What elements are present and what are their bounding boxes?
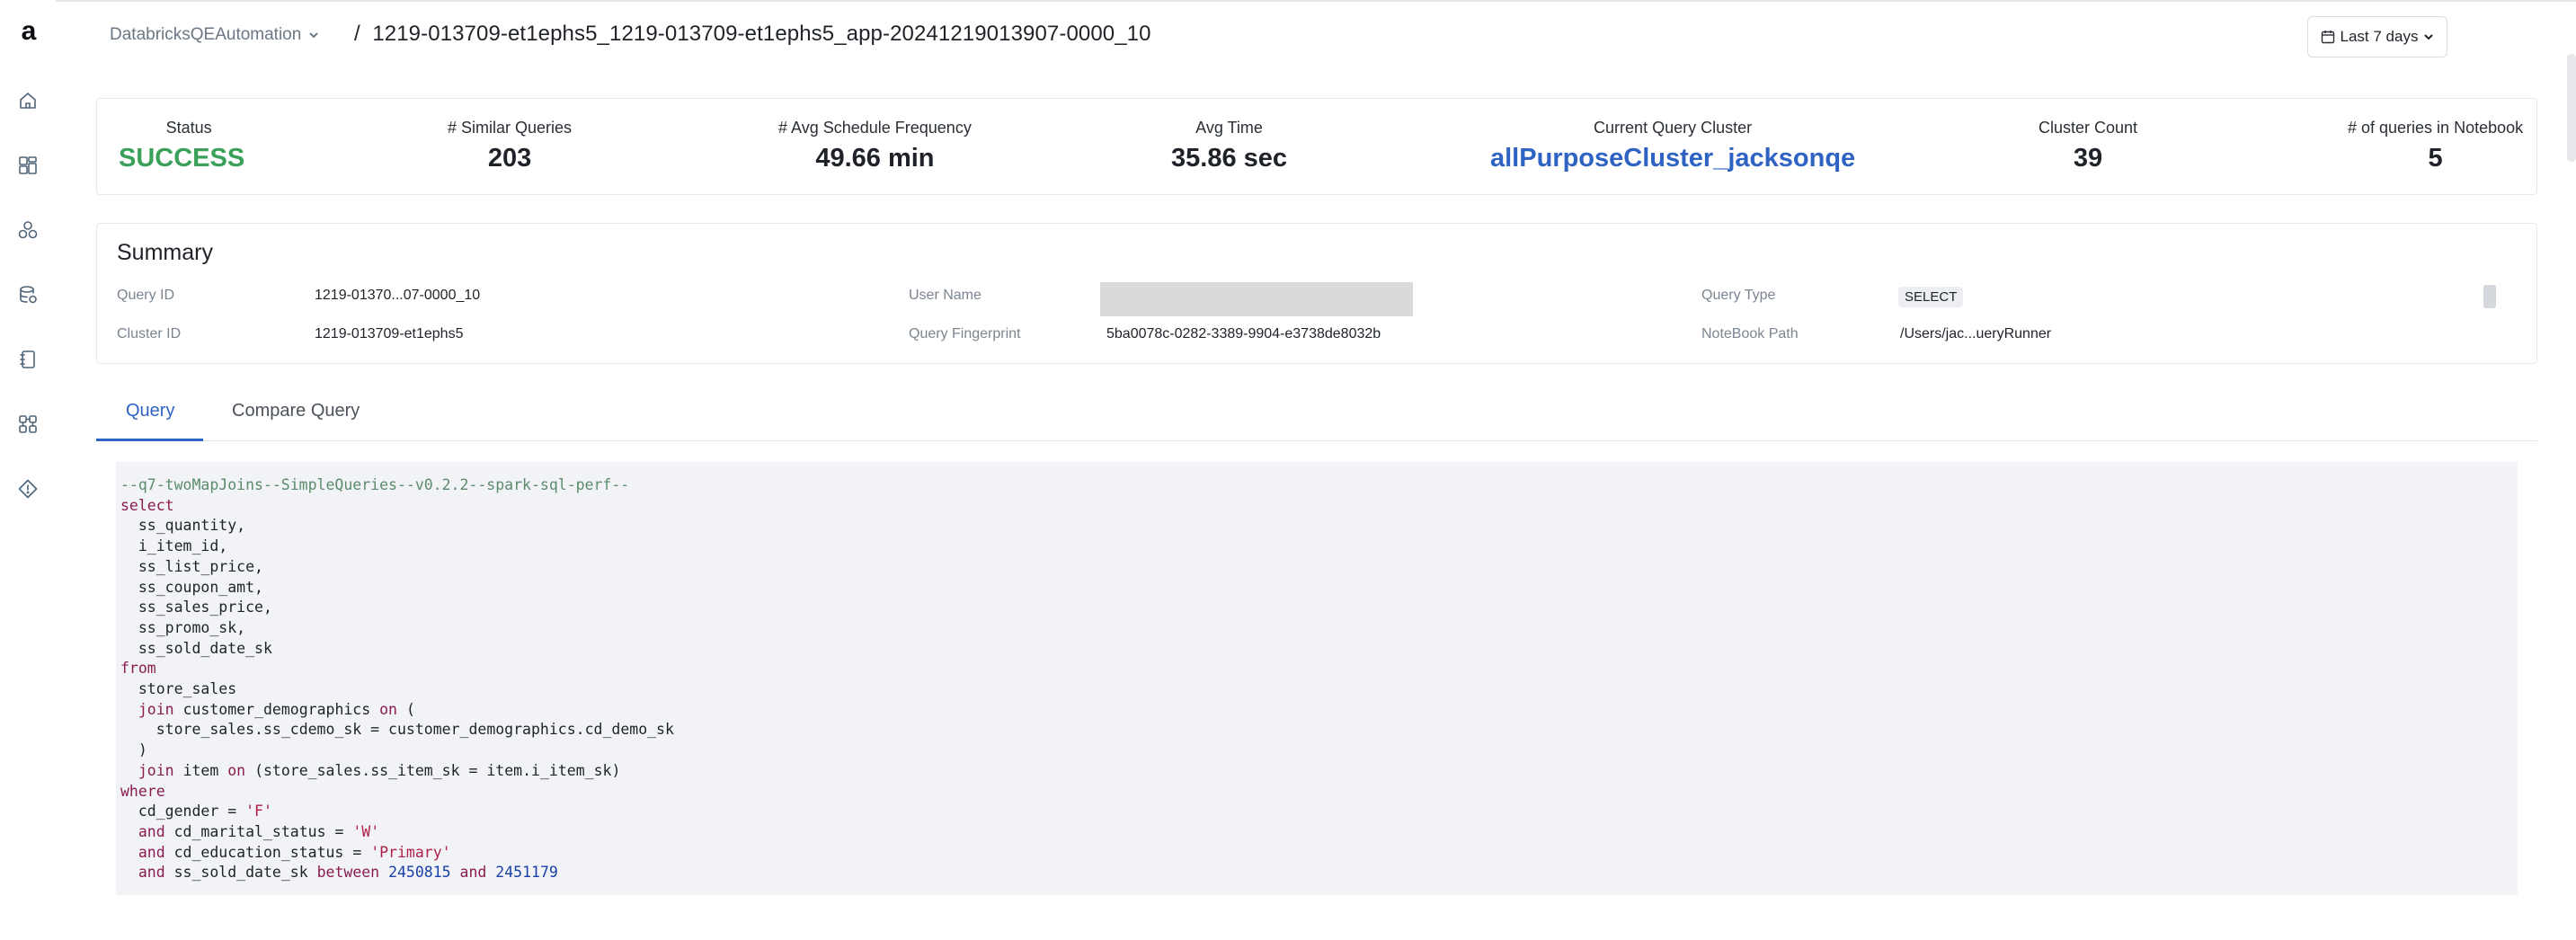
stat-label: # Similar Queries [448,119,573,137]
similar-queries-value: 203 [487,144,532,173]
current-query-cluster-link[interactable]: allPurposeCluster_jacksonqe [1490,144,1855,173]
chevron-down-icon [309,32,319,39]
database-icon [20,286,37,304]
query-id-value: 1219-01370...07-0000_10 [315,288,481,303]
cluster-id-value: 1219-013709-et1ephs5 [315,326,464,341]
cluster-id-label: Cluster ID [117,326,182,341]
stat-label: # of queries in Notebook [2348,119,2524,137]
status-value: SUCCESS [119,144,245,173]
code-line: and cd_education_status = 'Primary' [138,843,451,861]
sidebar-item-clusters[interactable] [17,219,39,241]
code-line: store_sales.ss_cdemo_sk = customer_demog… [155,721,674,739]
code-line: i_item_id, [138,537,228,555]
tab-compare-query[interactable]: Compare Query [232,401,360,421]
workspace-name: DatabricksQEAutomation [110,25,302,44]
stat-avg-time: Avg Time 35.86 sec [1171,119,1287,173]
sidebar-item-notebooks[interactable] [17,349,39,370]
code-line: and ss_sold_date_sk between 2450815 and … [138,864,558,882]
summary-title: Summary [117,240,213,265]
page-title: / 1219-013709-et1ephs5_1219-013709-et1ep… [354,22,1151,47]
user-name-redacted [1100,282,1413,316]
code-line: ss_coupon_amt, [138,578,263,596]
dashboard-icon [19,156,37,174]
diamond-icon [18,479,38,499]
query-fingerprint-value: 5ba0078c-0282-3389-9904-e3738de8032b [1106,326,1381,341]
cluster-count-value: 39 [2073,144,2103,173]
active-tab-indicator [96,439,203,441]
chevron-down-icon [2424,34,2434,40]
code-line: select [120,496,174,514]
code-line: where [120,782,165,800]
calendar-icon [2321,31,2334,44]
stat-queries-in-notebook: # of queries in Notebook 5 [2348,119,2523,173]
summary-scrollbar[interactable] [2483,285,2496,308]
sidebar-item-dashboards[interactable] [17,155,39,176]
stat-label: # Avg Schedule Frequency [778,119,972,137]
code-line: ss_promo_sk, [138,618,246,636]
query-code-block[interactable]: --q7-twoMapJoins--SimpleQueries--v0.2.2-… [116,462,2518,895]
page-scrollbar[interactable] [2567,54,2576,162]
code-line: from [120,660,156,678]
stat-avg-schedule-frequency: # Avg Schedule Frequency 49.66 min [778,119,972,173]
code-line: ss_list_price, [138,557,263,575]
code-line: and cd_marital_status = 'W' [138,822,380,840]
stat-label: Status [165,119,212,137]
stat-similar-queries[interactable]: # Similar Queries 203 [448,119,572,173]
stat-label: Cluster Count [2039,119,2138,137]
code-line: join item on (store_sales.ss_item_sk = i… [138,761,621,779]
code-line: cd_gender = 'F' [138,803,272,820]
queries-in-notebook-value: 5 [2428,144,2443,173]
sidebar-item-home[interactable] [17,90,39,111]
avg-time-value: 35.86 sec [1171,144,1288,173]
query-title: 1219-013709-et1ephs5_1219-013709-et1ephs… [372,22,1151,46]
stat-cluster-count: Cluster Count 39 [2039,119,2137,173]
date-range-label: Last 7 days [2340,28,2419,45]
query-type-badge: SELECT [1898,287,1964,307]
code-line: store_sales [138,680,237,698]
stats-panel: Status SUCCESS # Similar Queries 203 # A… [96,98,2537,195]
query-fingerprint-label: Query Fingerprint [909,326,1021,341]
query-code: --q7-twoMapJoins--SimpleQueries--v0.2.2-… [120,475,2518,883]
app-logo[interactable]: a [16,18,41,45]
code-line: ss_sales_price, [138,599,272,616]
summary-panel: Summary Query ID 1219-01370...07-0000_10… [96,223,2537,364]
workspace-selector[interactable]: DatabricksQEAutomation [97,20,332,50]
stat-label: Avg Time [1195,119,1263,137]
code-line: join customer_demographics on ( [138,700,415,718]
sidebar-item-data[interactable] [17,284,39,306]
avg-schedule-frequency-value: 49.66 min [815,144,935,173]
tab-bar: Query Compare Query [96,385,2537,441]
sidebar: a [0,0,56,940]
code-line: ss_sold_date_sk [138,639,272,657]
code-line: ss_quantity, [138,517,246,535]
code-line: ) [138,741,147,759]
query-id-label: Query ID [117,288,175,303]
stat-current-query-cluster: Current Query Cluster allPurposeCluster_… [1490,119,1855,173]
tab-query[interactable]: Query [126,401,174,421]
stat-label: Current Query Cluster [1594,119,1753,137]
query-type-label: Query Type [1701,288,1776,303]
user-name-label: User Name [909,288,982,303]
sidebar-item-workflows[interactable] [17,413,39,435]
notebook-icon [20,350,35,368]
date-range-button[interactable]: Last 7 days [2307,16,2447,58]
workflow-icon [19,415,37,433]
stat-status: Status SUCCESS [119,119,244,173]
notebook-path-value[interactable]: /Users/jac...ueryRunner [1900,326,2051,342]
cluster-icon [18,221,38,239]
notebook-path-label: NoteBook Path [1701,326,1799,341]
breadcrumb-separator: / [354,22,360,46]
top-border [0,0,2576,2]
sidebar-item-policies[interactable] [17,478,39,500]
home-icon [20,93,36,109]
code-line: --q7-twoMapJoins--SimpleQueries--v0.2.2-… [120,476,630,493]
